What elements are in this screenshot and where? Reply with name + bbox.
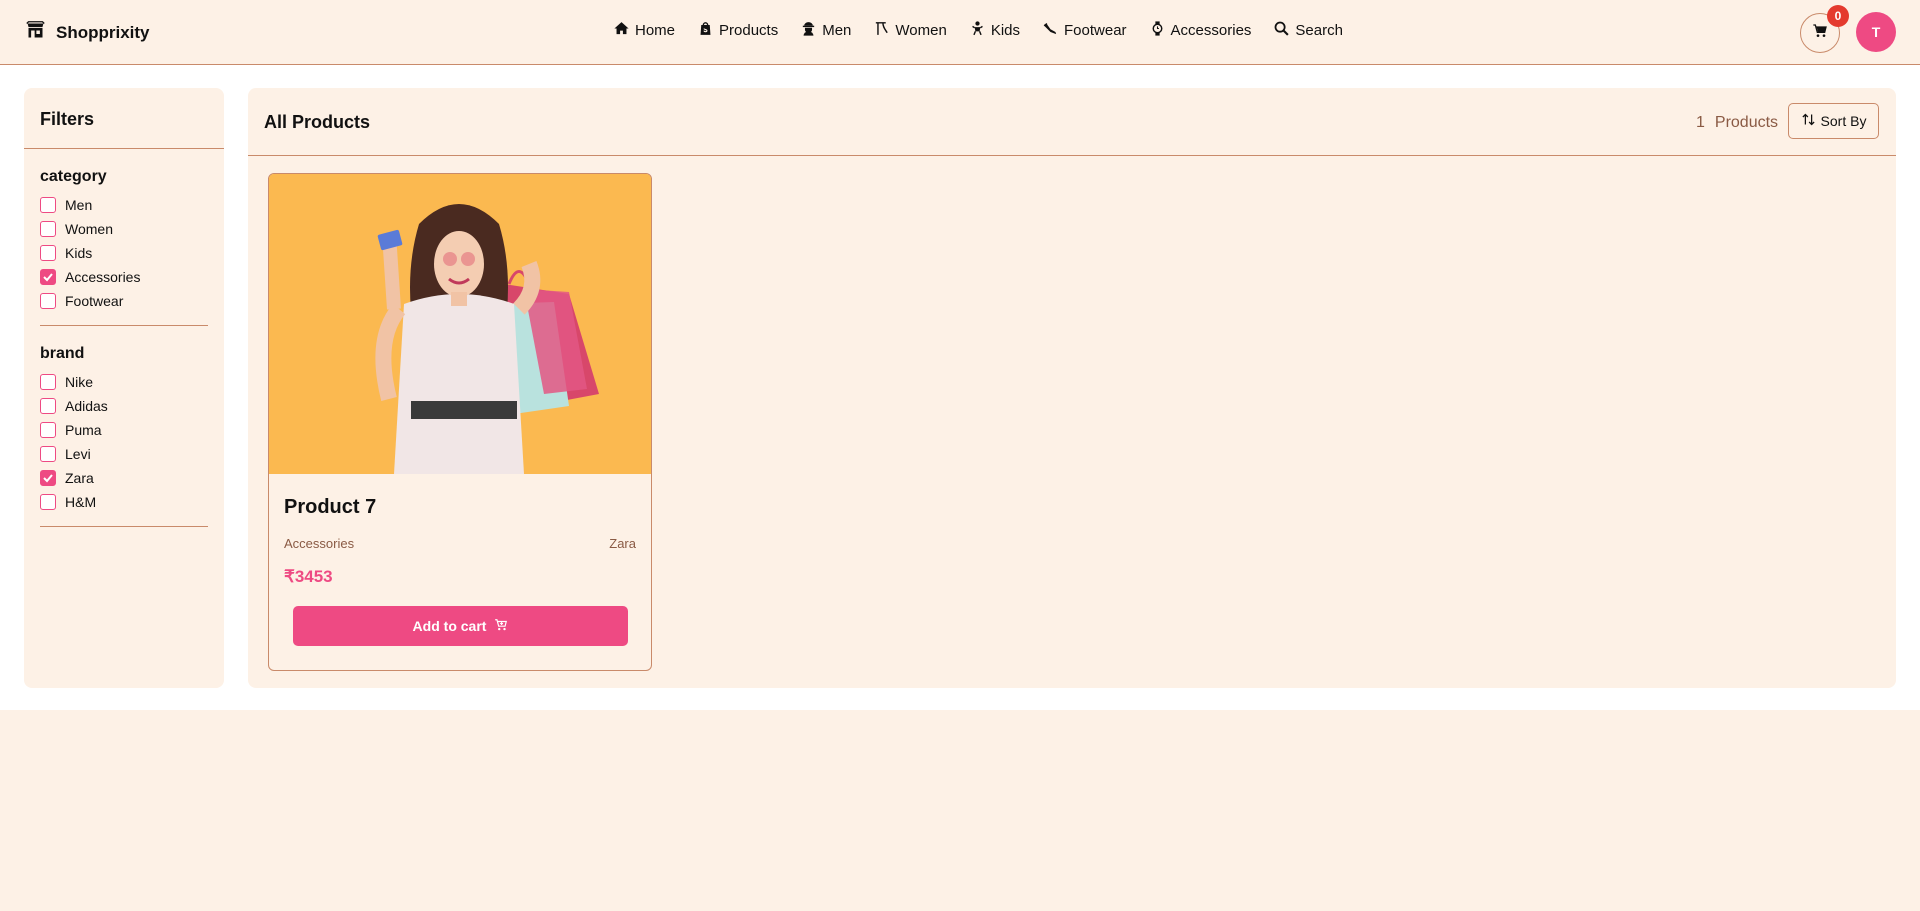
divider xyxy=(40,325,208,326)
filter-option-label: Kids xyxy=(65,245,93,261)
store-icon xyxy=(25,20,46,46)
filter-option-label: Accessories xyxy=(65,269,141,285)
filter-option-women[interactable]: Women xyxy=(40,221,113,237)
sort-label: Sort By xyxy=(1820,113,1867,129)
nav-label: Products xyxy=(719,22,779,39)
filter-option-puma[interactable]: Puma xyxy=(40,422,102,438)
filter-option-footwear[interactable]: Footwear xyxy=(40,293,123,309)
nav-home[interactable]: Home xyxy=(613,20,675,41)
checkbox[interactable] xyxy=(40,245,56,261)
product-name[interactable]: Product 7 xyxy=(284,496,376,519)
nav-label: Search xyxy=(1295,22,1343,39)
filter-option-kids[interactable]: Kids xyxy=(40,245,92,261)
filter-option-label: Zara xyxy=(65,470,94,486)
filter-option-levi[interactable]: Levi xyxy=(40,446,91,462)
filter-option-hm[interactable]: H&M xyxy=(40,494,96,510)
divider xyxy=(24,148,224,149)
cart-button[interactable]: 0 xyxy=(1800,5,1849,53)
checkbox[interactable] xyxy=(40,374,56,390)
man-icon xyxy=(800,20,817,41)
product-brand: Zara xyxy=(609,536,636,551)
sort-button[interactable]: Sort By xyxy=(1788,103,1879,139)
divider xyxy=(248,155,1896,156)
product-count-label: Products xyxy=(1714,114,1779,131)
check-icon xyxy=(43,273,53,282)
nav-women[interactable]: Women xyxy=(873,20,947,41)
filter-option-label: Puma xyxy=(65,422,102,438)
woman-icon xyxy=(873,20,890,41)
add-to-cart-button[interactable]: Add to cart xyxy=(293,606,628,646)
filters-title: Filters xyxy=(40,109,95,129)
filter-option-label: Levi xyxy=(65,446,91,462)
checkbox[interactable] xyxy=(40,422,56,438)
nav-label: Footwear xyxy=(1064,22,1127,39)
filter-option-label: Footwear xyxy=(65,293,124,309)
checkbox[interactable] xyxy=(40,494,56,510)
products-panel: All Products 1 Products Sort By Product … xyxy=(248,88,1896,688)
nav-label: Women xyxy=(895,22,947,39)
sort-icon xyxy=(1801,112,1816,130)
shoe-icon xyxy=(1042,20,1059,41)
filter-option-label: Women xyxy=(65,221,113,237)
filter-group-title-brand: brand xyxy=(40,345,85,362)
avatar[interactable]: T xyxy=(1856,12,1896,52)
product-image[interactable] xyxy=(269,174,651,474)
product-count: 1 Products xyxy=(1696,114,1778,132)
nav-label: Men xyxy=(822,22,852,39)
filter-option-adidas[interactable]: Adidas xyxy=(40,398,108,414)
filter-option-label: H&M xyxy=(65,494,97,510)
nav-footwear[interactable]: Footwear xyxy=(1042,20,1127,41)
checkbox[interactable] xyxy=(40,446,56,462)
filters-sidebar: Filters category Men Women Kids Accessor… xyxy=(24,88,224,688)
nav-accessories[interactable]: Accessories xyxy=(1149,20,1252,41)
checkbox-checked[interactable] xyxy=(40,470,56,486)
checkbox[interactable] xyxy=(40,221,56,237)
filter-option-zara[interactable]: Zara xyxy=(40,470,94,486)
cart-icon xyxy=(1812,23,1828,44)
cart-count-badge: 0 xyxy=(1827,5,1849,27)
top-header: Shopprixity Home Products Men Women Kids… xyxy=(0,0,1920,65)
nav-products[interactable]: Products xyxy=(697,20,778,41)
filter-option-label: Men xyxy=(65,197,93,213)
nav-label: Accessories xyxy=(1170,22,1252,39)
page-title: All Products xyxy=(264,112,371,132)
checkbox[interactable] xyxy=(40,398,56,414)
checkbox[interactable] xyxy=(40,293,56,309)
search-icon xyxy=(1273,20,1290,41)
filter-option-accessories[interactable]: Accessories xyxy=(40,269,140,285)
filter-option-men[interactable]: Men xyxy=(40,197,92,213)
nav-search[interactable]: Search xyxy=(1273,20,1343,41)
product-photo-woman-shopping xyxy=(269,174,651,474)
checkbox[interactable] xyxy=(40,197,56,213)
nav-men[interactable]: Men xyxy=(800,20,851,41)
nav-label: Home xyxy=(635,22,676,39)
filter-group-title-category: category xyxy=(40,168,107,185)
home-icon xyxy=(613,20,630,41)
nav-kids[interactable]: Kids xyxy=(969,20,1020,41)
product-card[interactable]: Product 7 Accessories Zara ₹3453 Add to … xyxy=(268,173,652,671)
brand-name: Shopprixity xyxy=(56,23,150,42)
check-icon xyxy=(43,474,53,483)
filter-option-label: Nike xyxy=(65,374,94,390)
checkbox-checked[interactable] xyxy=(40,269,56,285)
baby-icon xyxy=(969,20,986,41)
watch-icon xyxy=(1149,20,1166,41)
shopping-bag-icon xyxy=(697,20,714,41)
product-category: Accessories xyxy=(284,536,355,551)
add-to-cart-label: Add to cart xyxy=(412,618,487,634)
divider xyxy=(40,526,208,527)
main-nav: Home Products Men Women Kids Footwear Ac… xyxy=(613,20,1343,41)
cart-plus-icon xyxy=(494,618,508,635)
nav-label: Kids xyxy=(990,22,1021,39)
product-price: ₹3453 xyxy=(284,567,333,586)
brand-logo[interactable]: Shopprixity xyxy=(25,20,150,46)
filter-option-label: Adidas xyxy=(65,398,108,414)
product-count-number: 1 xyxy=(1696,114,1705,131)
filter-option-nike[interactable]: Nike xyxy=(40,374,93,390)
